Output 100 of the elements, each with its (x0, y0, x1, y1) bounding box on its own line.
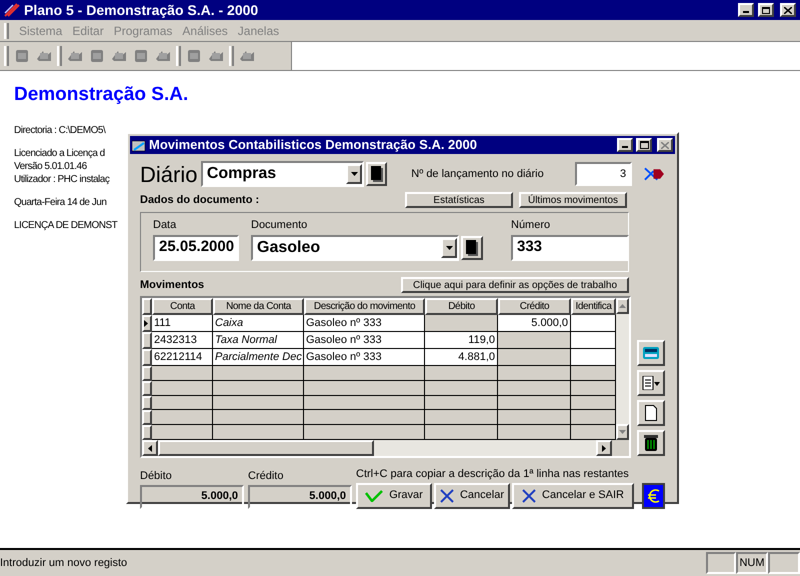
row-indicator[interactable] (142, 425, 152, 440)
vertical-scrollbar[interactable] (616, 298, 629, 440)
dropdown-arrow-icon (350, 172, 358, 176)
scroll-left-icon (148, 444, 152, 452)
document-icon (370, 166, 383, 182)
grip-handle (229, 46, 234, 66)
table-cell: Gasoleo nº 333 (304, 315, 425, 332)
data-label: Data (153, 218, 178, 233)
blank-page-icon (645, 405, 657, 421)
numero-label: Número (511, 218, 552, 233)
documento-dropdown[interactable]: Gasoleo (251, 234, 459, 260)
euro-button[interactable] (642, 482, 665, 508)
cross-icon (440, 488, 454, 502)
grip-handle (57, 46, 62, 66)
column-header[interactable]: Identifica (571, 298, 616, 315)
hint-text: Ctrl+C para copiar a descrição da 1ª linha nas restantes (356, 467, 630, 482)
info-line: Versão 5.01.01.46 (14, 160, 87, 172)
row-indicator[interactable] (142, 380, 152, 396)
action-button[interactable]: Últimos movimentos (519, 192, 627, 208)
section-label: Dados do documento : (140, 192, 260, 208)
credito-total-field: 5.000,0 (248, 484, 352, 508)
dialog-button[interactable]: Gravar (356, 482, 432, 508)
diario-document-button[interactable] (366, 162, 388, 186)
status-panel (706, 552, 736, 574)
list-dropdown-icon (642, 376, 660, 390)
column-header[interactable]: Conta (152, 298, 213, 315)
table-cell (571, 315, 616, 332)
column-header[interactable]: Descrição do movimento (304, 298, 425, 315)
credito-label: Crédito (248, 469, 284, 484)
numero-field[interactable]: 333 (511, 234, 629, 260)
info-line: Directoria : C:\DEMO5\ (14, 124, 106, 136)
debito-label: Débito (140, 469, 173, 484)
close-button[interactable] (780, 3, 796, 17)
calculator-button[interactable] (637, 340, 665, 366)
status-panel (768, 552, 800, 574)
debito-total-field: 5.000,0 (140, 484, 244, 508)
dialog-button[interactable]: Cancelar e SAIR (512, 482, 634, 508)
restore-button[interactable] (758, 3, 774, 17)
table-cell: 111 (152, 315, 213, 332)
minimize-button[interactable] (617, 138, 633, 152)
diario-label: Diário (140, 160, 198, 188)
document-icon (466, 240, 478, 256)
toolbar-icon[interactable] (13, 47, 31, 65)
maximize-button[interactable] (636, 138, 652, 152)
row-indicator[interactable] (142, 396, 152, 410)
new-document-button[interactable] (637, 400, 665, 426)
options-button[interactable]: Clique aqui para definir as opções de trabalho (401, 277, 629, 293)
lancamento-field[interactable]: 3 (574, 162, 632, 186)
table-cell: Taxa Normal (213, 332, 304, 349)
scroll-up-icon (619, 304, 626, 308)
trash-icon (644, 435, 658, 451)
toolbar-icon[interactable] (132, 47, 150, 65)
row-indicator[interactable] (142, 366, 152, 381)
row-indicator[interactable] (142, 410, 152, 426)
toolbar-icon[interactable] (88, 47, 106, 65)
dialog-button[interactable]: Cancelar (434, 482, 510, 508)
info-line: LICENÇA DE DEMONST (14, 218, 118, 232)
table-cell: Gasoleo nº 333 (304, 332, 425, 349)
folder-icon (132, 138, 146, 152)
row-indicator[interactable] (142, 332, 152, 349)
table-cell (571, 332, 616, 349)
table-cell: 2432313 (152, 332, 213, 349)
column-header[interactable]: Débito (425, 298, 498, 315)
info-line: Quarta-Feira 14 de Jun (14, 196, 106, 208)
cross-icon (522, 488, 536, 502)
num-lock-indicator: NUM (736, 552, 768, 574)
toolbar-icon[interactable] (185, 47, 203, 65)
list-menu-button[interactable] (637, 370, 665, 396)
minimize-button[interactable] (738, 3, 754, 17)
documento-document-button[interactable] (461, 236, 483, 260)
diario-dropdown[interactable]: Compras (200, 161, 364, 187)
app-logo-icon (4, 3, 20, 17)
movimentos-label: Movimentos (140, 278, 206, 293)
table-cell: 119,0 (425, 332, 498, 349)
column-header[interactable]: Crédito (498, 298, 571, 315)
table-cell: Gasoleo nº 333 (304, 349, 425, 366)
scroll-right-icon (602, 444, 606, 452)
column-header[interactable]: Nome da Conta (213, 298, 304, 315)
date-field[interactable]: 25.05.2000 (153, 234, 239, 260)
table-cell: 4.881,0 (425, 349, 498, 366)
table-cell: Caixa (213, 315, 304, 332)
dialog-title: Movimentos Contabilisticos Demonstração S.A. 2000 (149, 136, 478, 154)
table-cell: Parcialmente Dec (213, 349, 304, 366)
row-indicator[interactable] (142, 349, 152, 366)
table-cell: 5.000,0 (498, 315, 571, 332)
lancamento-label: Nº de lançamento no diário (411, 166, 545, 182)
pin-arrow-icon[interactable] (644, 166, 666, 182)
table-cell (571, 349, 616, 366)
horizontal-scrollbar[interactable] (142, 440, 612, 456)
grip-handle (4, 46, 9, 66)
action-button[interactable]: Estatísticas (405, 192, 513, 208)
row-indicator[interactable] (142, 315, 152, 332)
status-message: Introduzir um novo registo (0, 556, 128, 571)
delete-button[interactable] (637, 430, 665, 456)
calculator-icon (643, 347, 659, 359)
dropdown-arrow-icon (446, 246, 452, 250)
info-line: Utilizador : PHC instalaç (14, 172, 110, 186)
documento-label: Documento (251, 218, 308, 233)
close-button[interactable] (657, 138, 673, 152)
euro-icon (646, 488, 662, 504)
